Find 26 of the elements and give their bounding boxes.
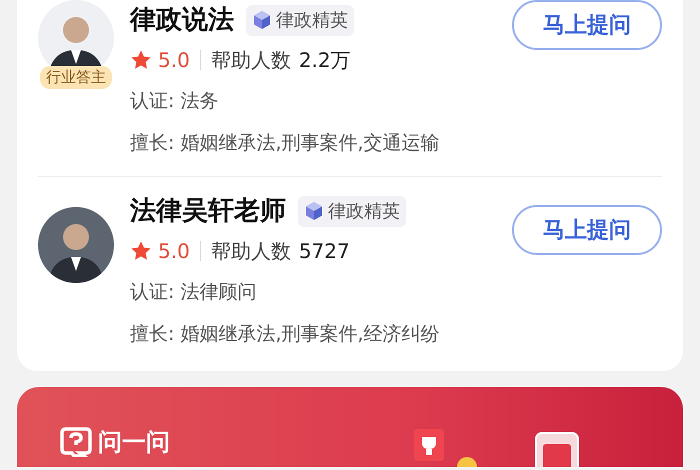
certification: 认证: 法务 [130,88,218,114]
helped-count: 2.2万 [298,47,351,74]
trophy-drawing [414,427,446,461]
expert-name: 法律吴轩老师 [130,194,286,228]
expert-tag: 律政精英 [298,196,406,226]
helped-label: 帮助人数 [210,238,291,265]
cube-icon [304,201,324,221]
star-icon [130,49,152,71]
question-logo-icon [60,427,92,457]
certification: 认证: 法律顾问 [130,280,256,305]
expert-name: 律政说法 [130,4,234,36]
coin-drawing [457,457,477,467]
banner-title: 问一问 [98,427,170,457]
ask-button[interactable]: 马上提问 [512,205,662,255]
helped-count: 5727 [298,238,350,265]
rating: 5.0 [158,47,190,74]
expert-badge: 行业答主 [40,66,112,89]
specialty: 擅长: 婚姻继承法,刑事案件,交通运输 [130,130,440,156]
phone-drawing [535,432,579,467]
rating: 5.0 [158,238,190,265]
cube-icon [252,10,272,30]
specialty: 擅长: 婚姻继承法,刑事案件,经济纠纷 [130,322,440,347]
expert-tag: 律政精英 [246,4,354,36]
star-icon [130,240,152,262]
helped-label: 帮助人数 [210,47,291,74]
ask-button[interactable]: 马上提问 [512,0,662,50]
